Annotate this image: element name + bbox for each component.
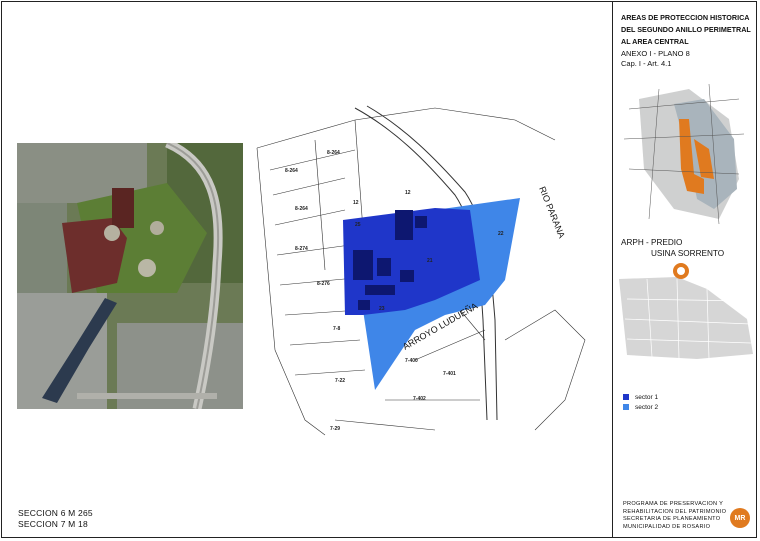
site-locator-map <box>619 263 753 360</box>
legend-item: sector 1 <box>623 392 658 402</box>
site-plan-map: RIO PARANA ARROYO LUDUEÑA 8-264 8-264 8-… <box>256 105 586 436</box>
block-label: 8-264 <box>295 206 308 212</box>
legend-swatch <box>623 394 629 400</box>
site-caption: ARPH - PREDIO USINA SORRENTO <box>621 237 724 259</box>
legend-label: sector 2 <box>635 403 659 411</box>
legend-swatch <box>623 404 629 410</box>
river-label: RIO PARANA <box>537 185 567 240</box>
block-label: 8-264 <box>285 168 298 174</box>
block-label: 7-8 <box>333 326 340 332</box>
credit-line: REHABILITACION DEL PATRIMONIO <box>623 508 727 515</box>
section-code: SECCION 6 M 265 <box>18 508 93 518</box>
annex-line: Cap. I - Art. 4.1 <box>621 59 672 68</box>
municipality-logo: MR <box>730 508 750 528</box>
annex-reference: ANEXO I - PLANO 8 Cap. I - Art. 4.1 <box>621 49 690 69</box>
legend-item: sector 2 <box>623 402 658 412</box>
program-credits: PROGRAMA DE PRESERVACION Y REHABILITACIO… <box>623 501 726 531</box>
credit-line: SECRETARIA DE PLANEAMIENTO <box>623 516 721 523</box>
city-location-map <box>623 83 745 225</box>
section-code: SECCION 7 M 18 <box>18 518 88 529</box>
block-label: 12 <box>353 200 359 206</box>
block-label: 7-401 <box>443 371 456 377</box>
block-label: 8-264 <box>327 150 340 156</box>
title-line: AREAS DE PROTECCION HISTORICA <box>621 13 750 22</box>
title-line: AL AREA CENTRAL <box>621 37 689 46</box>
block-label: 8-274 <box>295 246 308 252</box>
block-label: 7-402 <box>413 396 426 402</box>
legend-label: sector 1 <box>635 393 659 401</box>
section-codes: SECCION 6 M 265 SECCION 7 M 18 <box>18 508 93 529</box>
caption-line: ARPH - PREDIO <box>621 238 683 247</box>
block-label: 7-400 <box>405 358 418 364</box>
legend: sector 1 sector 2 <box>623 392 658 412</box>
block-label: 23 <box>379 306 385 312</box>
block-label: 21 <box>427 258 433 264</box>
block-label: 7-22 <box>335 378 345 384</box>
sidebar: AREAS DE PROTECCION HISTORICA DEL SEGUND… <box>613 1 757 538</box>
aerial-photo <box>17 143 243 409</box>
caption-line: USINA SORRENTO <box>651 249 725 258</box>
title-line: DEL SEGUNDO ANILLO PERIMETRAL <box>621 25 751 34</box>
block-label: 25 <box>355 222 361 228</box>
block-label: 12 <box>405 190 411 196</box>
credit-line: MUNICIPALIDAD DE ROSARIO <box>623 523 711 530</box>
block-label: 7-29 <box>330 426 340 432</box>
plan-title: AREAS DE PROTECCION HISTORICA DEL SEGUND… <box>621 12 756 48</box>
block-label: 22 <box>498 231 504 237</box>
block-label: 8-276 <box>317 281 330 287</box>
annex-line: ANEXO I - PLANO 8 <box>621 49 690 58</box>
credit-line: PROGRAMA DE PRESERVACION Y <box>623 501 724 507</box>
